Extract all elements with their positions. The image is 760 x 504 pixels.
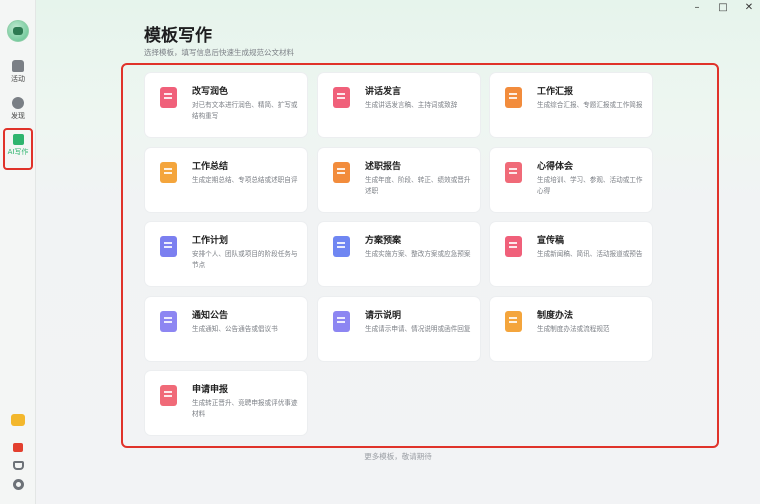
sidebar-item-ai-write[interactable]: AI写作 [3,128,33,170]
robot-icon [11,414,25,426]
window-controls: – □ ✕ [692,2,754,14]
compass-icon [12,97,24,109]
template-card-duty-report[interactable]: 述职报告 生成年度、阶段、转正、绩效或晋升述职 [318,148,480,212]
app-logo-icon [7,20,29,42]
card-description: 生成年度、阶段、转正、绩效或晋升述职 [365,176,471,195]
ai-write-icon [12,134,24,145]
template-card-request[interactable]: 请示说明 生成请示申请、情况说明或函件回复 [318,297,480,361]
card-title: 方案预案 [365,236,402,246]
report-icon [333,162,350,183]
assistant-button[interactable] [0,414,36,426]
megaphone-document-icon [505,236,522,257]
settings-button[interactable] [0,479,36,490]
close-button[interactable]: ✕ [744,2,754,14]
sidebar: 活动 发现 AI写作 [0,0,36,504]
sidebar-item-label: 发现 [11,112,25,120]
notebook-icon [505,162,522,183]
clipboard-icon [160,162,177,183]
card-description: 生成转正晋升、竞聘申报或评优事迹材料 [192,399,298,418]
page-title: 模板写作 [144,26,212,46]
more-templates-note: 更多模板，敬请期待 [364,452,432,461]
policy-document-icon [505,311,522,332]
maximize-button[interactable]: □ [718,2,728,14]
template-card-application[interactable]: 申请申报 生成转正晋升、竞聘申报或评优事迹材料 [145,371,307,435]
card-description: 生成培训、学习、参观、活动或工作心得 [537,176,643,195]
card-title: 请示说明 [365,311,402,321]
bar-chart-icon [160,236,177,257]
template-card-notice[interactable]: 通知公告 生成通知、公告通告或倡议书 [145,297,307,361]
idea-document-icon [333,236,350,257]
card-title: 工作总结 [192,162,229,172]
card-title: 改写润色 [192,87,229,97]
notice-icon [160,311,177,332]
card-description: 生成定期总结、专项总结或述职自评 [192,176,298,184]
card-title: 工作计划 [192,236,229,246]
document-edit-icon [160,87,177,108]
template-card-work-plan[interactable]: 工作计划 安排个人、团队或项目的阶段任务与节点 [145,222,307,286]
template-card-plan-scheme[interactable]: 方案预案 生成实施方案、整改方案或应急预案 [318,222,480,286]
request-document-icon [333,311,350,332]
settings-icon [12,479,24,490]
card-description: 生成通知、公告通告或倡议书 [192,325,278,333]
basket-button[interactable] [0,461,36,470]
card-description: 对已有文本进行润色、精简、扩写或结构重写 [192,101,298,120]
card-description: 生成综合汇报、专题汇报或工作简报 [537,101,643,109]
card-title: 心得体会 [537,162,574,172]
card-description: 生成实施方案、整改方案或应急预案 [365,250,471,258]
card-title: 制度办法 [537,311,574,321]
card-title: 宣传稿 [537,236,565,246]
card-description: 生成请示申请、情况说明或函件回复 [365,325,471,333]
template-card-work-report[interactable]: 工作汇报 生成综合汇报、专题汇报或工作简报 [490,73,652,137]
card-description: 安排个人、团队或项目的阶段任务与节点 [192,250,298,269]
card-description: 生成讲话发言稿、主持词或致辞 [365,101,458,109]
template-card-regulation[interactable]: 制度办法 生成制度办法或流程规范 [490,297,652,361]
card-title: 述职报告 [365,162,402,172]
minimize-button[interactable]: – [692,2,702,14]
card-title: 工作汇报 [537,87,574,97]
card-description: 生成制度办法或流程规范 [537,325,610,333]
template-card-rewrite[interactable]: 改写润色 对已有文本进行润色、精简、扩写或结构重写 [145,73,307,137]
home-icon [12,60,24,72]
sidebar-item-activity[interactable]: 活动 [0,60,36,83]
card-title: 讲话发言 [365,87,402,97]
document-edit-icon [333,87,350,108]
page-subtitle: 选择模板，填写信息后快速生成规范公文材料 [144,48,294,57]
sidebar-item-label: 活动 [11,75,25,83]
template-card-speech[interactable]: 讲话发言 生成讲话发言稿、主持词或致辞 [318,73,480,137]
template-card-reflection[interactable]: 心得体会 生成培训、学习、参观、活动或工作心得 [490,148,652,212]
card-title: 通知公告 [192,311,229,321]
presentation-board-icon [505,87,522,108]
sidebar-item-label: AI写作 [7,148,29,156]
template-card-work-summary[interactable]: 工作总结 生成定期总结、专项总结或述职自评 [145,148,307,212]
card-title: 申请申报 [192,385,229,395]
template-card-publicity[interactable]: 宣传稿 生成新闻稿、简讯、活动报道或预告 [490,222,652,286]
card-description: 生成新闻稿、简讯、活动报道或预告 [537,250,643,258]
basket-icon [12,461,24,470]
sidebar-item-discover[interactable]: 发现 [0,97,36,120]
growth-chart-icon [160,385,177,406]
